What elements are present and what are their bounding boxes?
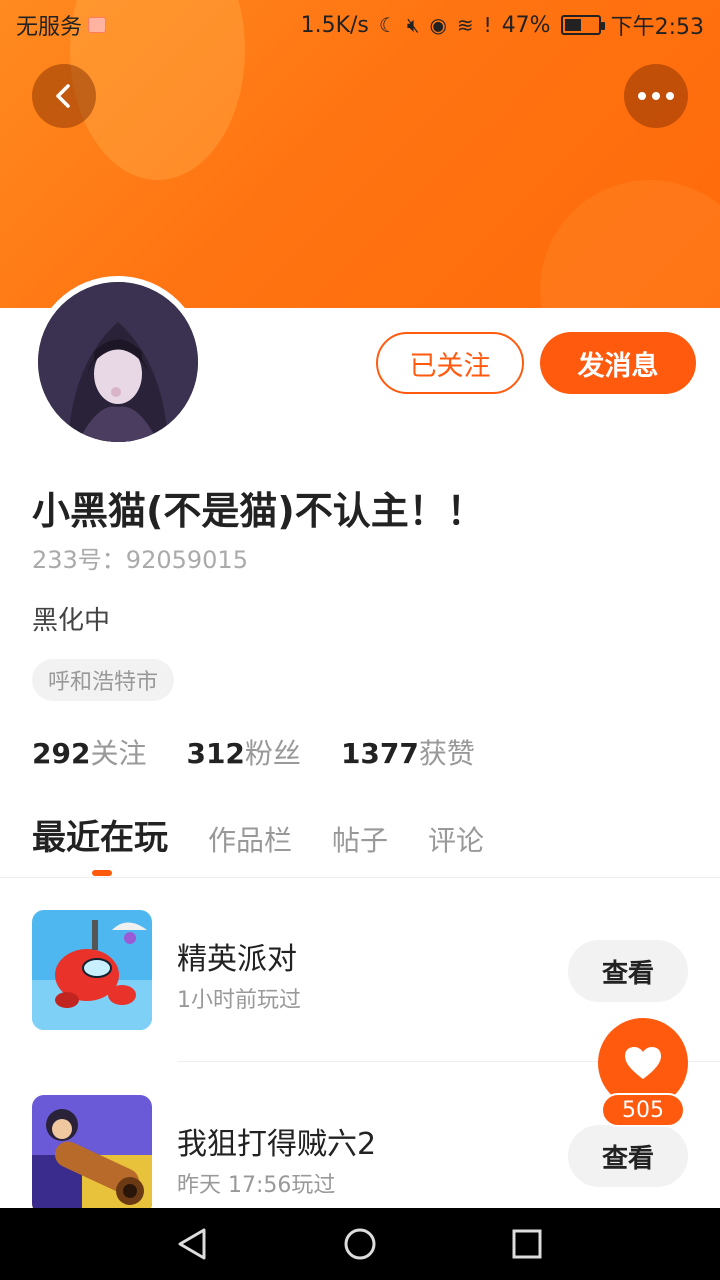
back-button[interactable] [32, 64, 96, 128]
recents-nav-icon[interactable] [510, 1227, 544, 1261]
eye-icon: ◉ [429, 13, 447, 37]
stat-label: 关注 [90, 737, 147, 770]
active-tab-indicator [92, 870, 112, 876]
clock: 下午2:53 [610, 15, 704, 40]
tab-recently-played[interactable]: 最近在玩 [32, 810, 168, 859]
banner-decoration [540, 180, 720, 308]
more-button[interactable] [624, 64, 688, 128]
played-time: 昨天 17:56玩过 [177, 1173, 336, 1198]
stat-number: 312 [186, 737, 245, 770]
tab-works[interactable]: 作品栏 [208, 819, 292, 859]
alert-icon: ! [483, 13, 492, 37]
heart-icon [625, 1047, 661, 1079]
back-nav-icon[interactable] [176, 1227, 210, 1261]
stats-row: 292关注 312粉丝 1377获赞 [32, 732, 475, 772]
view-button[interactable]: 查看 [568, 940, 688, 1002]
user-id: 233号：92059015 [32, 546, 248, 574]
send-message-button[interactable]: 发消息 [540, 332, 696, 394]
game-name: 我狙打得贼六2 [177, 1127, 377, 1162]
profile-tabs: 最近在玩 作品栏 帖子 评论 [32, 810, 484, 859]
game-icon [32, 1095, 152, 1215]
like-count: 505 [601, 1093, 685, 1127]
view-button[interactable]: 查看 [568, 1125, 688, 1187]
stat-label: 获赞 [418, 737, 475, 770]
battery-percent: 47% [501, 12, 551, 38]
stat-number: 292 [32, 737, 91, 770]
tab-posts[interactable]: 帖子 [332, 819, 388, 859]
played-time: 1小时前玩过 [177, 988, 301, 1013]
sim-icon [88, 17, 107, 33]
tab-comments[interactable]: 评论 [428, 819, 484, 859]
system-nav-bar [0, 1208, 720, 1280]
home-nav-icon[interactable] [343, 1227, 377, 1261]
username: 小黑猫(不是猫)不认主！！ [32, 489, 485, 533]
stat-followers[interactable]: 312粉丝 [186, 732, 300, 772]
battery-icon [560, 15, 605, 35]
network-speed: 1.5K/s [300, 12, 369, 38]
avatar[interactable] [32, 276, 204, 448]
divider [0, 877, 720, 878]
mute-icon: 🔇︎ [406, 13, 420, 37]
game-name: 精英派对 [177, 942, 297, 977]
list-item[interactable]: 精英派对 1小时前玩过 查看 [0, 900, 720, 1050]
chevron-left-icon [56, 84, 70, 108]
stat-likes[interactable]: 1377获赞 [341, 732, 475, 772]
game-icon [32, 910, 152, 1030]
more-dots-icon [638, 92, 674, 100]
status-bar: 无服务 1.5K/s ☾ 🔇︎ ◉ ≋ ! 47% 下午2:53 [0, 0, 720, 50]
followed-button[interactable]: 已关注 [376, 332, 524, 394]
moon-icon: ☾ [378, 13, 397, 37]
stat-number: 1377 [340, 737, 419, 770]
location-tag: 呼和浩特市 [32, 659, 175, 701]
wifi-icon: ≋ [456, 13, 474, 37]
bio: 黑化中 [32, 606, 111, 636]
carrier-text: 无服务 [16, 15, 83, 40]
stat-following[interactable]: 292关注 [32, 732, 146, 772]
avatar-image [38, 282, 198, 442]
stat-label: 粉丝 [244, 737, 301, 770]
